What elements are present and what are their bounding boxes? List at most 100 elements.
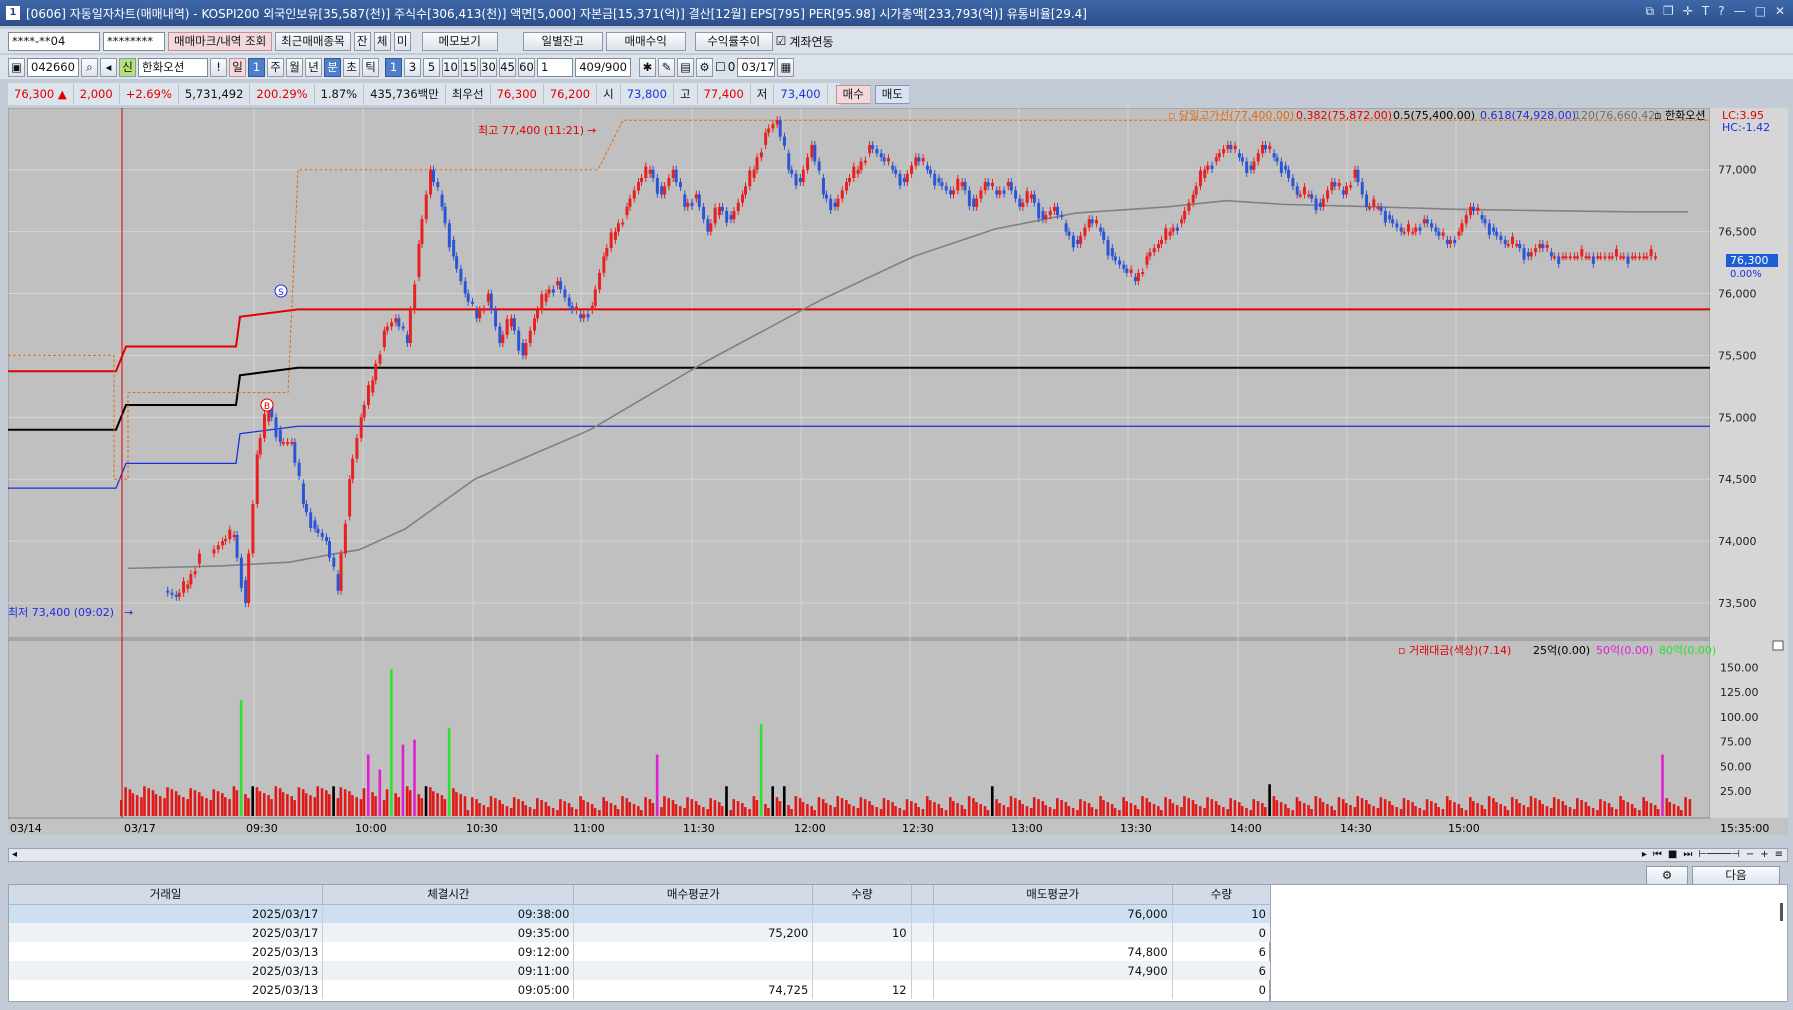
volume-bar [998, 803, 1001, 816]
layout-icon[interactable]: ▣ [8, 57, 25, 77]
column-header[interactable]: 수량 [1172, 885, 1272, 905]
column-header[interactable]: 매수평균가 [573, 885, 814, 905]
jan-button[interactable]: 잔 [353, 31, 371, 51]
pane-close-icon[interactable] [1772, 640, 1784, 651]
table-row[interactable]: 2025/03/13 09:05:00 74,725 12 0 [9, 980, 1272, 999]
period-second[interactable]: 초 [343, 57, 360, 77]
search-icon[interactable]: ⌕ [81, 57, 98, 77]
time-tick: 11:00 [573, 822, 605, 835]
period-year[interactable]: 년 [305, 57, 322, 77]
tool-icon[interactable]: ✱ [639, 57, 656, 77]
chart-menu-icon[interactable]: ≡ [1775, 849, 1783, 861]
zero-checkbox[interactable]: ☐ [715, 60, 726, 74]
gear-icon[interactable]: ⚙ [696, 57, 713, 77]
buy-button[interactable]: 매수 [835, 84, 871, 104]
mark-query-button[interactable]: 매매마크/내역 조회 [168, 31, 273, 51]
volume-bar [385, 789, 389, 816]
column-header[interactable]: 매도평균가 [933, 885, 1173, 905]
trade-profit-button[interactable]: 매매수익 [605, 31, 686, 51]
account-select[interactable]: ****-**04 [8, 31, 100, 51]
copy-icon[interactable]: ❐ [1663, 4, 1674, 19]
calendar-icon[interactable]: ▦ [777, 57, 795, 77]
column-header[interactable]: 체결시간 [322, 885, 575, 905]
save-icon[interactable]: ▤ [677, 57, 694, 77]
account-link-checkbox[interactable]: ☑ [776, 34, 787, 48]
candle [1649, 248, 1653, 257]
table-cell [911, 942, 934, 961]
period-week[interactable]: 주 [267, 57, 284, 77]
column-header[interactable]: 수량 [812, 885, 912, 905]
daily-balance-button[interactable]: 일별잔고 [522, 31, 603, 51]
forward-icon[interactable]: ⏭ [1683, 849, 1692, 861]
date-input[interactable]: 03/17 [737, 57, 776, 77]
recent-trades-button[interactable]: 최근매매종목 [275, 31, 351, 51]
period-tick[interactable]: 틱 [362, 57, 379, 77]
minute-60[interactable]: 60 [518, 57, 535, 77]
volume-bar [186, 799, 189, 816]
zoom-out-icon[interactable]: − [1746, 849, 1754, 861]
settings-button[interactable]: ⚙ [1646, 866, 1688, 886]
text-icon[interactable]: T [1702, 4, 1709, 19]
table-cell: 0 [1172, 980, 1272, 999]
minute-30[interactable]: 30 [480, 57, 497, 77]
password-field[interactable]: ******** [103, 31, 165, 51]
alert-icon[interactable]: ! [210, 57, 227, 77]
price-tick: 74,500 [1718, 473, 1757, 486]
next-button[interactable]: 다음 [1692, 866, 1780, 886]
table-row[interactable]: 2025/03/13 09:12:00 74,800 6 [9, 942, 1272, 961]
stock-code-input[interactable]: 042660 [27, 57, 79, 77]
minute-1[interactable]: 1 [385, 57, 402, 77]
volume-bar [1032, 797, 1036, 816]
zoom-slider[interactable]: ⊢────⊣ [1698, 849, 1740, 861]
che-button[interactable]: 체 [373, 31, 391, 51]
table-scroll-thumb[interactable] [1780, 903, 1783, 921]
zoom-in-icon[interactable]: + [1760, 849, 1768, 861]
close-icon[interactable]: ✕ [1775, 4, 1785, 19]
legend-high-line: ▫ 당일고가선(77,400.00) [1168, 108, 1294, 122]
low-arrow-icon: → [124, 606, 133, 619]
candle [910, 165, 914, 174]
candle [863, 160, 867, 163]
stop-icon[interactable]: ■ [1668, 849, 1677, 861]
stock-chart[interactable]: 77,000 76,500 76,000 75,500 75,000 74,500 74,0… [8, 108, 1788, 835]
volume-bar [559, 799, 562, 816]
candle [697, 194, 701, 207]
column-header[interactable] [911, 885, 934, 905]
scroll-right-icon[interactable]: ▸ [1642, 849, 1647, 861]
minute-15[interactable]: 15 [461, 57, 478, 77]
count-input[interactable]: 409/900 [575, 57, 631, 77]
volume-bar [1661, 754, 1664, 816]
rewind-icon[interactable]: ⏮ [1653, 849, 1662, 861]
help-icon[interactable]: ? [1718, 4, 1724, 19]
pin-icon[interactable]: ✛ [1683, 4, 1693, 19]
memo-button[interactable]: 메모보기 [421, 31, 498, 51]
minute-10[interactable]: 10 [442, 57, 459, 77]
draw-icon[interactable]: ✎ [658, 57, 675, 77]
period-month[interactable]: 월 [286, 57, 303, 77]
minimize-icon[interactable]: — [1734, 4, 1746, 19]
column-header[interactable]: 거래일 [9, 885, 324, 905]
volume-pane[interactable] [8, 639, 1711, 819]
volume-bar [1460, 808, 1464, 816]
table-row[interactable]: 2025/03/17 09:35:00 75,200 10 0 [9, 923, 1272, 942]
interval-input[interactable]: 1 [537, 57, 573, 77]
minute-5[interactable]: 5 [423, 57, 440, 77]
table-row[interactable]: 2025/03/17 09:38:00 76,000 10 [9, 904, 1272, 923]
volume-bar [540, 800, 543, 816]
restore-icon[interactable]: ⧉ [1645, 4, 1654, 19]
mi-button[interactable]: 미 [393, 31, 411, 51]
maximize-icon[interactable]: □ [1755, 4, 1766, 19]
period-day[interactable]: 일 [229, 57, 246, 77]
profit-trend-button[interactable]: 수익률추이 [694, 31, 773, 51]
period-minute[interactable]: 분 [324, 57, 341, 77]
scroll-left-icon[interactable]: ◂ [12, 849, 17, 860]
trade-history-table[interactable]: 거래일 체결시간 매수평균가 수량 매도평균가 수량 2025/03/17 09:38:00… [8, 884, 1272, 1002]
speaker-icon[interactable]: ◂ [100, 57, 117, 77]
period-day-num[interactable]: 1 [248, 57, 265, 77]
minute-45[interactable]: 45 [499, 57, 516, 77]
table-row[interactable]: 2025/03/13 09:11:00 74,900 6 [9, 961, 1272, 980]
chart-scrollbar[interactable]: ◂ ▸ ⏮ ■ ⏭ ⊢────⊣ − + ≡ [8, 848, 1788, 862]
candle [482, 309, 486, 312]
minute-3[interactable]: 3 [404, 57, 421, 77]
sell-button[interactable]: 매도 [874, 84, 910, 104]
